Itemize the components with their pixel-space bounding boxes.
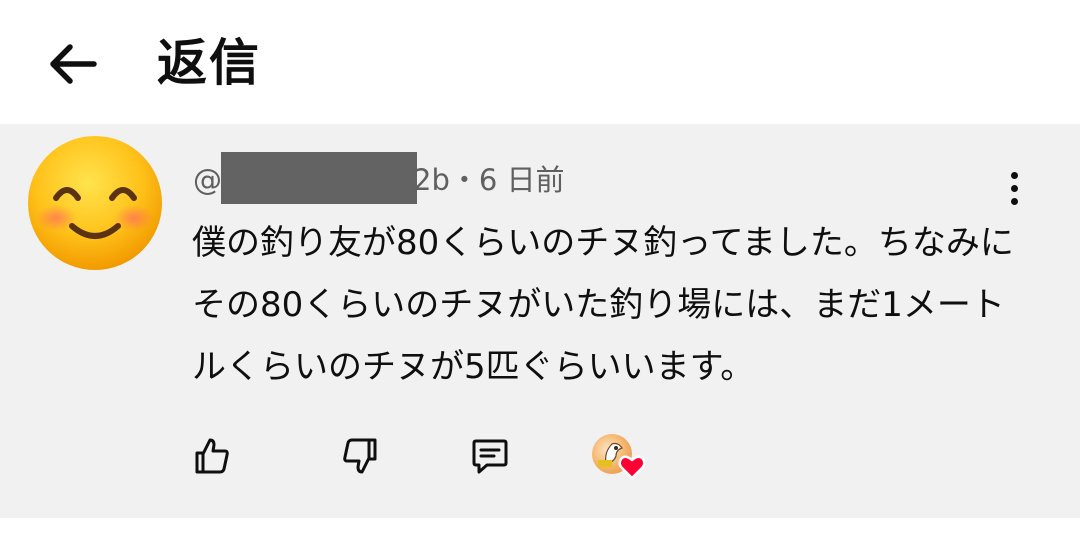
more-vertical-icon bbox=[1010, 171, 1018, 179]
smiling-face-icon[interactable] bbox=[26, 134, 164, 272]
comment-time: ・6 日前 bbox=[449, 163, 565, 197]
arrow-left-icon bbox=[50, 44, 97, 84]
creator-heart-badge bbox=[592, 434, 652, 484]
back-button[interactable] bbox=[36, 32, 108, 96]
more-options-button[interactable] bbox=[996, 166, 1032, 210]
comment-author[interactable]: @ bbox=[193, 160, 222, 200]
thumbs-up-icon bbox=[195, 438, 229, 474]
comment-meta: 2b・6 日前 bbox=[413, 160, 565, 200]
comment-icon bbox=[472, 439, 508, 474]
more-dot bbox=[1010, 184, 1018, 192]
dislike-button[interactable] bbox=[336, 432, 384, 480]
app-header: 返信 bbox=[0, 0, 1080, 124]
redacted-username bbox=[221, 152, 417, 204]
page-title: 返信 bbox=[157, 34, 261, 92]
more-dot bbox=[1010, 197, 1018, 205]
comment-text: 僕の釣り友が80くらいのチヌ釣ってました。ちなみにその80くらいのチヌがいた釣り… bbox=[192, 223, 1014, 387]
reply-button[interactable] bbox=[466, 432, 514, 480]
thumbs-down-icon bbox=[343, 438, 377, 474]
creator-heart-icon bbox=[618, 455, 646, 480]
author-handle-prefix: @ bbox=[193, 163, 222, 197]
author-handle-suffix: 2b bbox=[413, 163, 450, 197]
comment-actions bbox=[0, 424, 1080, 484]
comment-card: @ 2b・6 日前 僕の釣り友が80くらいのチヌ釣ってました。ちなみにその80く… bbox=[0, 124, 1080, 518]
like-button[interactable] bbox=[188, 432, 236, 480]
